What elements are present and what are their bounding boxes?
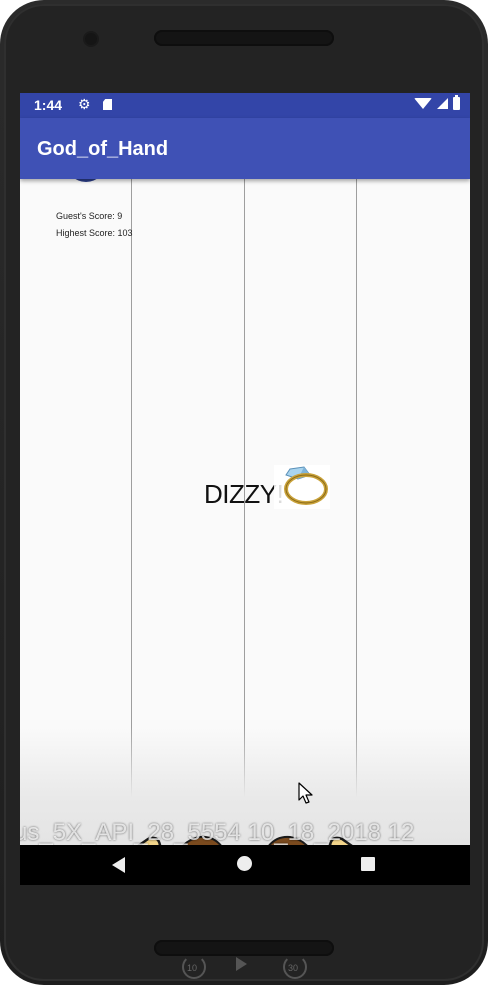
home-button[interactable] — [237, 856, 252, 871]
rewind-icon: 10 — [182, 955, 206, 979]
status-time: 1:44 — [34, 97, 63, 113]
forward-label: 30 — [288, 963, 299, 973]
play-icon[interactable] — [236, 957, 247, 971]
app-title: God_of_Hand — [37, 138, 169, 160]
guest-score: Guest's Score: 9 — [56, 211, 123, 221]
rewind-label: 10 — [187, 963, 198, 973]
status-icons — [414, 95, 460, 110]
cell-signal-icon — [437, 98, 448, 109]
mouse-cursor-icon — [298, 782, 313, 804]
back-button[interactable] — [112, 857, 125, 873]
status-bar: 1:44 ⚙ — [20, 93, 470, 118]
app-bar: God_of_Hand — [20, 118, 470, 179]
forward-icon: 30 — [283, 955, 307, 979]
gear-icon: ⚙ — [78, 96, 91, 112]
sd-card-icon — [103, 99, 112, 110]
bottom-speaker — [154, 940, 334, 956]
recents-button[interactable] — [361, 857, 375, 871]
navigation-bar — [20, 845, 470, 885]
battery-icon — [453, 95, 460, 110]
status-message: DIZZY! — [204, 479, 284, 509]
wifi-icon — [414, 98, 432, 109]
phone-frame: 1:44 ⚙ God_of_Hand Guest's Score: 9 High… — [0, 0, 488, 985]
rewind-button[interactable]: 10 — [182, 955, 206, 979]
forward-button[interactable]: 30 — [283, 955, 307, 979]
device-screen: 1:44 ⚙ God_of_Hand Guest's Score: 9 High… — [20, 93, 470, 885]
falling-object — [66, 179, 106, 182]
highest-score: Highest Score: 103 — [56, 228, 133, 238]
game-area[interactable]: Guest's Score: 9 Highest Score: 103 DIZZ… — [20, 179, 470, 845]
top-speaker — [154, 30, 334, 46]
ring-icon — [274, 465, 330, 509]
emulator-watermark: xus_5X_API_28_5554 10_18_2018 12 — [20, 819, 415, 846]
front-camera — [85, 33, 97, 45]
